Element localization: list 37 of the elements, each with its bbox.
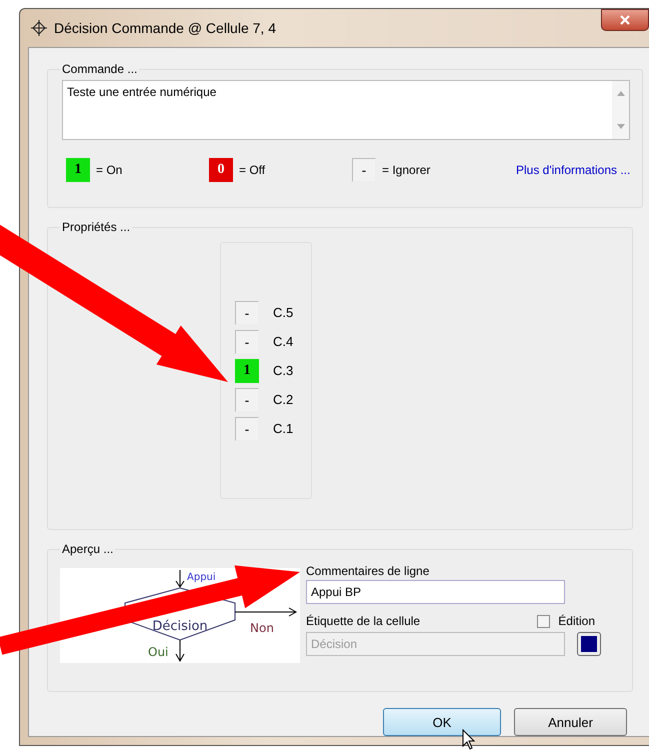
close-button[interactable] — [601, 9, 649, 31]
state-toggle[interactable]: - — [235, 388, 259, 412]
scrollbar[interactable] — [612, 81, 630, 139]
command-text-area[interactable]: Teste une entrée numérique — [62, 80, 630, 140]
legend-text: = On — [96, 163, 122, 177]
group-title: Commande ... — [61, 62, 138, 76]
scroll-down-icon — [616, 124, 625, 129]
input-label: C.2 — [273, 392, 294, 407]
edition-checkbox[interactable] — [537, 614, 550, 628]
legend-text: = Ignorer — [382, 163, 430, 177]
mouse-cursor-icon — [462, 729, 476, 751]
input-label: C.3 — [273, 363, 294, 378]
field-label: Étiquette de la cellule — [306, 614, 420, 628]
checkbox-label: Édition — [558, 614, 595, 628]
state-toggle[interactable]: - — [235, 416, 259, 440]
dialog-button[interactable]: Annuler — [514, 708, 627, 736]
input-label: C.4 — [273, 334, 294, 349]
color-button[interactable] — [577, 632, 601, 656]
more-info-link[interactable]: Plus d'informations ... — [516, 163, 630, 177]
legend-text: = Off — [239, 163, 266, 177]
comment-field[interactable]: Appui BP — [306, 580, 565, 604]
state-toggle[interactable]: 1 — [235, 358, 259, 382]
state-symbol: 1 — [66, 158, 90, 182]
diamond-icon — [30, 19, 48, 37]
window-title: Décision Commande @ Cellule 7, 4 — [54, 20, 276, 36]
field-label: Commentaires de ligne — [306, 564, 430, 578]
group-title: Aperçu ... — [61, 542, 114, 556]
state-symbol: 0 — [209, 158, 233, 182]
scroll-up-icon — [616, 91, 625, 96]
input-label: C.1 — [273, 421, 294, 436]
input-label: C.5 — [273, 305, 294, 320]
state-toggle[interactable]: - — [235, 330, 259, 354]
state-toggle[interactable]: - — [235, 300, 259, 324]
group-title: Propriétés ... — [61, 220, 132, 234]
state-symbol: - — [352, 158, 376, 182]
close-icon — [619, 15, 631, 25]
dialog-button[interactable]: OK — [383, 708, 501, 736]
